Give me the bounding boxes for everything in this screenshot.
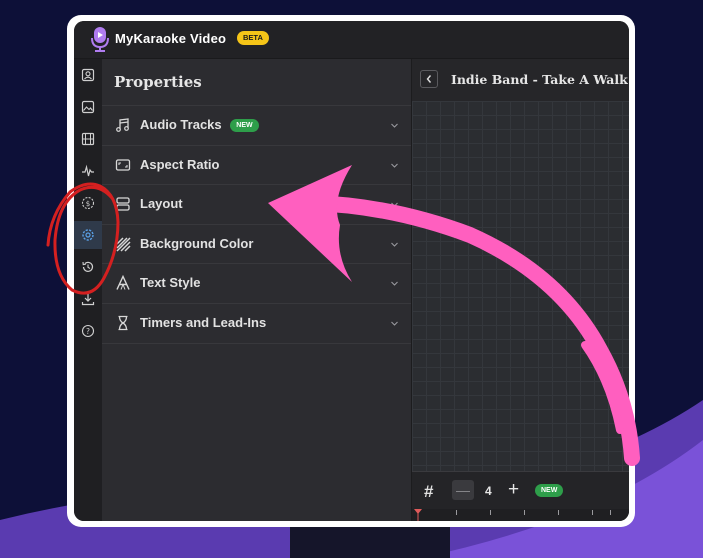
waveform-icon xyxy=(82,164,94,177)
grid-count: 4 xyxy=(485,484,492,498)
icon-rail: $ ? xyxy=(74,59,102,521)
chevron-down-icon xyxy=(391,281,398,286)
property-label: Aspect Ratio xyxy=(140,157,220,172)
svg-text:?: ? xyxy=(86,327,90,336)
timeline-ruler[interactable] xyxy=(412,509,629,521)
new-badge: NEW xyxy=(535,484,564,497)
ruler-tick xyxy=(456,510,457,515)
help-icon: ? xyxy=(81,324,95,338)
history-icon xyxy=(82,261,94,272)
ruler-tick xyxy=(490,510,491,515)
property-label: Timers and Lead-Ins xyxy=(140,315,267,330)
aspect-ratio-icon xyxy=(115,159,131,171)
rail-settings-button[interactable] xyxy=(74,221,102,249)
property-label: Text Style xyxy=(140,275,201,290)
ruler-tick xyxy=(610,510,611,515)
property-background-color[interactable]: Background Color xyxy=(102,224,411,264)
chevron-down-icon xyxy=(391,202,398,207)
property-label: Layout xyxy=(140,196,183,211)
property-timers-lead-ins[interactable]: Timers and Lead-Ins xyxy=(102,303,411,344)
grid-decrease-button[interactable]: — xyxy=(452,480,474,500)
chevron-left-icon xyxy=(426,75,432,83)
app-title: MyKaraoke Video xyxy=(115,31,227,46)
new-badge: NEW xyxy=(230,119,259,133)
panel-title: Properties xyxy=(114,73,202,91)
text-style-icon xyxy=(116,275,130,290)
settings-icon xyxy=(82,229,94,241)
beta-badge: BETA xyxy=(237,31,269,45)
dollar-circle-icon: $ xyxy=(81,196,95,210)
background-pattern-icon xyxy=(116,237,131,252)
property-text-style[interactable]: Text Style xyxy=(102,263,411,303)
top-bar: MyKaraoke Video BETA xyxy=(74,21,629,59)
ruler-tick xyxy=(592,510,593,515)
grid-increase-button[interactable]: + xyxy=(508,479,519,501)
grid-controls: # — 4 + NEW xyxy=(412,471,629,510)
download-icon xyxy=(81,293,95,306)
rail-profile-button[interactable] xyxy=(74,61,102,89)
chevron-down-icon xyxy=(391,123,398,128)
rail-film-button[interactable] xyxy=(74,125,102,153)
ruler-tick xyxy=(524,510,525,515)
property-aspect-ratio[interactable]: Aspect Ratio xyxy=(102,145,411,185)
rail-waveform-button[interactable] xyxy=(74,157,102,185)
microphone-logo-icon xyxy=(91,27,109,52)
rail-download-button[interactable] xyxy=(74,285,102,313)
svg-text:$: $ xyxy=(86,200,90,208)
properties-panel: Properties Audio Tracks NEW Aspect Ratio xyxy=(102,59,412,521)
profile-icon xyxy=(81,68,95,82)
back-button[interactable] xyxy=(420,70,438,88)
chevron-down-icon xyxy=(391,163,398,168)
project-title: Indie Band - Take A Walk xyxy=(451,72,628,87)
chevron-down-icon xyxy=(391,321,398,326)
rail-help-button[interactable]: ? xyxy=(74,317,102,345)
playhead-marker[interactable] xyxy=(414,509,422,521)
preview-pane: Indie Band - Take A Walk # — 4 + NEW xyxy=(412,59,629,521)
chevron-down-icon xyxy=(391,242,398,247)
rail-history-button[interactable] xyxy=(74,253,102,281)
rail-pricing-button[interactable]: $ xyxy=(74,189,102,217)
film-icon xyxy=(81,132,95,146)
preview-header: Indie Band - Take A Walk xyxy=(412,59,629,101)
audio-tracks-label: Audio Tracks xyxy=(140,117,222,132)
layout-icon xyxy=(116,197,130,211)
property-layout[interactable]: Layout xyxy=(102,184,411,224)
property-label: Background Color xyxy=(140,236,254,251)
app-window: MyKaraoke Video BETA $ ? Properties Audi… xyxy=(74,21,629,521)
property-label: Audio Tracks NEW xyxy=(140,117,259,133)
hourglass-icon xyxy=(118,315,128,331)
image-icon xyxy=(81,100,95,114)
music-note-icon xyxy=(116,118,129,132)
rail-image-button[interactable] xyxy=(74,93,102,121)
grid-toggle-button[interactable]: # xyxy=(424,482,433,502)
preview-canvas[interactable] xyxy=(412,101,629,471)
property-audio-tracks[interactable]: Audio Tracks NEW xyxy=(102,105,411,145)
ruler-tick xyxy=(558,510,559,515)
